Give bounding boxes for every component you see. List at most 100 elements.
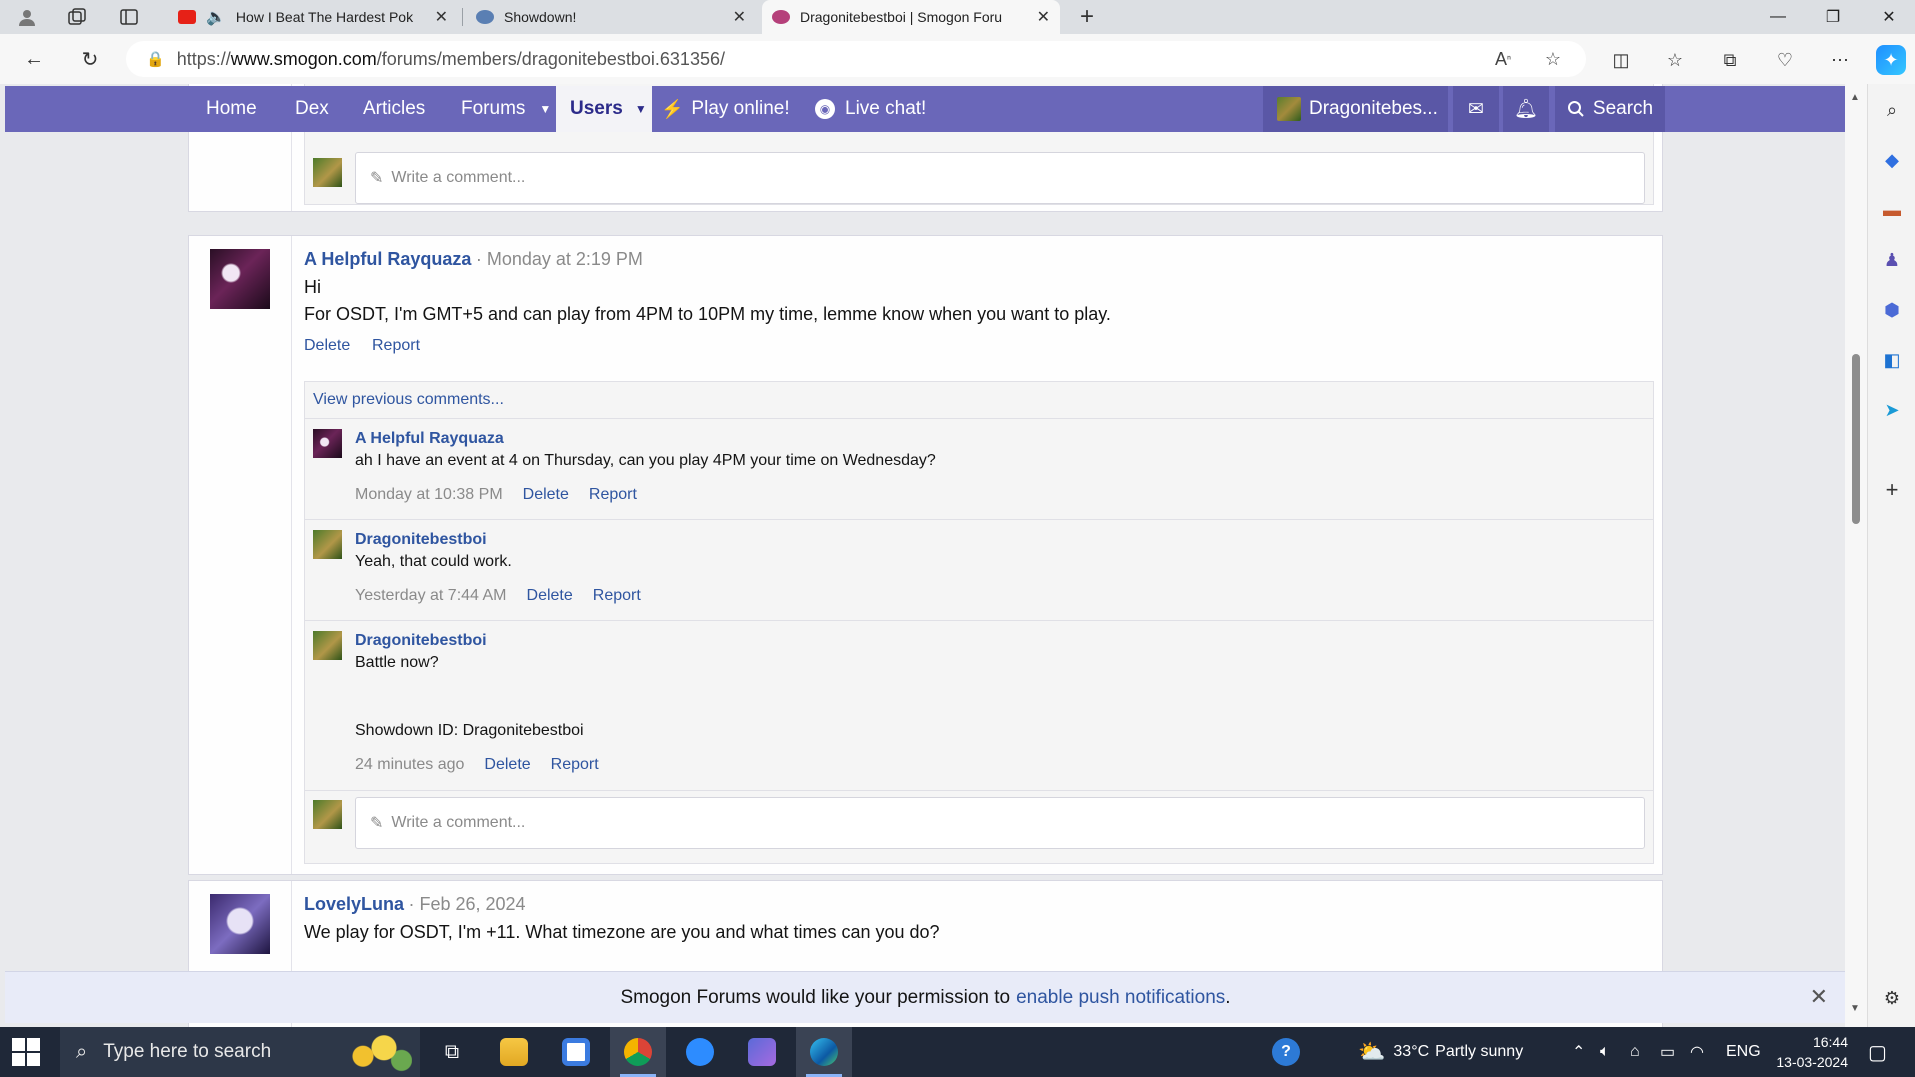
comment-time[interactable]: 24 minutes ago: [355, 756, 464, 774]
refresh-icon[interactable]: ↻: [76, 45, 104, 73]
report-link[interactable]: Report: [593, 587, 641, 605]
comment-input[interactable]: ✎ Write a comment...: [355, 152, 1645, 204]
split-screen-icon[interactable]: ◫: [1606, 45, 1636, 75]
search-icon[interactable]: ⌕: [1878, 96, 1906, 124]
wifi-icon[interactable]: ◠: [1690, 1027, 1704, 1077]
avatar[interactable]: [210, 894, 270, 954]
report-link[interactable]: Report: [589, 486, 637, 504]
speaker-icon[interactable]: 🔈: [206, 7, 226, 27]
inbox-icon[interactable]: ✉: [1453, 86, 1499, 132]
network-icon[interactable]: ⌂: [1630, 1027, 1640, 1077]
avatar[interactable]: [313, 429, 342, 458]
nav-articles[interactable]: Articles: [363, 86, 425, 132]
games-icon[interactable]: ♟: [1878, 246, 1906, 274]
comment-input[interactable]: ✎ Write a comment...: [355, 797, 1645, 849]
comment-time[interactable]: Yesterday at 7:44 AM: [355, 587, 507, 605]
scroll-thumb[interactable]: [1852, 354, 1860, 524]
workspaces-icon[interactable]: [64, 4, 90, 30]
nav-live-chat[interactable]: ◉ Live chat!: [815, 86, 926, 132]
delete-link[interactable]: Delete: [523, 486, 569, 504]
outlook-icon[interactable]: ◧: [1878, 346, 1906, 374]
edge-icon[interactable]: [796, 1027, 852, 1077]
help-icon[interactable]: ?: [1272, 1027, 1300, 1077]
favorites-icon[interactable]: ☆: [1660, 45, 1690, 75]
m365-icon[interactable]: ⬢: [1878, 296, 1906, 324]
enable-push-link[interactable]: enable push notifications: [1016, 987, 1225, 1009]
notifications-icon[interactable]: ▢: [1868, 1027, 1887, 1077]
scroll-up-icon[interactable]: ▲: [1850, 92, 1860, 103]
avatar[interactable]: [313, 800, 342, 829]
comment-author[interactable]: A Helpful Rayquaza: [355, 430, 504, 448]
window-close-icon[interactable]: ✕: [1866, 0, 1912, 34]
add-icon[interactable]: +: [1878, 476, 1906, 504]
copilot-icon[interactable]: ✦: [1876, 45, 1906, 75]
gear-icon[interactable]: ⚙: [1878, 984, 1906, 1012]
read-aloud-icon[interactable]: Aⁿ: [1488, 41, 1518, 77]
tab-showdown[interactable]: Showdown! ✕: [466, 0, 756, 34]
close-icon[interactable]: ✕: [1810, 984, 1828, 1010]
nav-dex[interactable]: Dex: [295, 86, 329, 132]
back-icon[interactable]: ←: [20, 45, 48, 73]
avatar[interactable]: [313, 158, 342, 187]
minimize-icon[interactable]: —: [1755, 0, 1801, 34]
profile-icon[interactable]: [14, 4, 40, 30]
tab-actions-icon[interactable]: [116, 4, 142, 30]
post-time[interactable]: Monday at 2:19 PM: [487, 249, 643, 269]
volume-icon[interactable]: 🔈︎: [1600, 1027, 1610, 1077]
delete-link[interactable]: Delete: [527, 587, 573, 605]
nav-play-online[interactable]: ⚡ Play online!: [661, 86, 790, 132]
zoom-icon[interactable]: [672, 1027, 728, 1077]
clock[interactable]: 16:44 13-03-2024: [1768, 1027, 1848, 1077]
chrome-icon[interactable]: [610, 1027, 666, 1077]
url-field[interactable]: 🔒 https://www.smogon.com/forums/members/…: [126, 41, 1586, 77]
avatar[interactable]: [210, 249, 270, 309]
taskbar-search[interactable]: ⌕ Type here to search: [60, 1027, 420, 1077]
drop-icon[interactable]: ➤: [1878, 396, 1906, 424]
tools-icon[interactable]: ▬: [1878, 196, 1906, 224]
close-icon[interactable]: ✕: [435, 7, 448, 27]
bell-icon[interactable]: 🔔︎: [1503, 86, 1549, 132]
file-explorer-icon[interactable]: [486, 1027, 542, 1077]
collections-icon[interactable]: ⧉: [1715, 45, 1745, 75]
close-icon[interactable]: ✕: [733, 7, 746, 27]
poster-name[interactable]: LovelyLuna: [304, 894, 404, 914]
windows-start-icon[interactable]: [12, 1038, 40, 1066]
restore-icon[interactable]: ❐: [1810, 0, 1856, 34]
more-menu-icon[interactable]: ⋯: [1825, 45, 1855, 75]
avatar[interactable]: [313, 530, 342, 559]
scroll-down-icon[interactable]: ▼: [1850, 1003, 1860, 1014]
close-icon[interactable]: ✕: [1037, 7, 1050, 27]
delete-link[interactable]: Delete: [304, 337, 350, 355]
chevron-down-icon[interactable]: ▼: [635, 102, 647, 116]
weather-widget[interactable]: ⛅ 33°C Partly sunny: [1358, 1027, 1523, 1077]
search-button[interactable]: Search: [1555, 86, 1665, 132]
view-previous-link[interactable]: View previous comments...: [313, 391, 504, 409]
comment-author[interactable]: Dragonitebestboi: [355, 632, 487, 650]
scrollbar[interactable]: ▲ ▼: [1845, 84, 1867, 1027]
task-view-icon[interactable]: ⧉: [424, 1027, 480, 1077]
post-time[interactable]: Feb 26, 2024: [419, 894, 525, 914]
chevron-up-icon[interactable]: ⌃: [1572, 1027, 1585, 1077]
report-link[interactable]: Report: [372, 337, 420, 355]
tab-youtube[interactable]: 🔈 How I Beat The Hardest Pok ✕: [168, 0, 458, 34]
favorite-star-icon[interactable]: ☆: [1538, 41, 1568, 77]
chevron-down-icon[interactable]: ▼: [539, 102, 551, 116]
language-indicator[interactable]: ENG: [1726, 1027, 1761, 1077]
nav-home[interactable]: Home: [206, 86, 257, 132]
tab-smogon[interactable]: Dragonitebestboi | Smogon Foru ✕: [762, 0, 1060, 34]
browser-essentials-icon[interactable]: ♡: [1770, 45, 1800, 75]
nav-forums[interactable]: Forums ▼: [461, 86, 551, 132]
app-icon[interactable]: [734, 1027, 790, 1077]
battery-icon[interactable]: ▭: [1660, 1027, 1675, 1077]
comment-author[interactable]: Dragonitebestboi: [355, 531, 487, 549]
nav-users[interactable]: Users ▼: [556, 86, 652, 132]
poster-name[interactable]: A Helpful Rayquaza: [304, 249, 471, 269]
account-menu[interactable]: Dragonitebes...: [1263, 86, 1448, 132]
new-tab-icon[interactable]: +: [1074, 3, 1100, 30]
report-link[interactable]: Report: [551, 756, 599, 774]
comment-time[interactable]: Monday at 10:38 PM: [355, 486, 503, 504]
delete-link[interactable]: Delete: [484, 756, 530, 774]
store-icon[interactable]: [548, 1027, 604, 1077]
avatar[interactable]: [313, 631, 342, 660]
shopping-icon[interactable]: ◆: [1878, 146, 1906, 174]
